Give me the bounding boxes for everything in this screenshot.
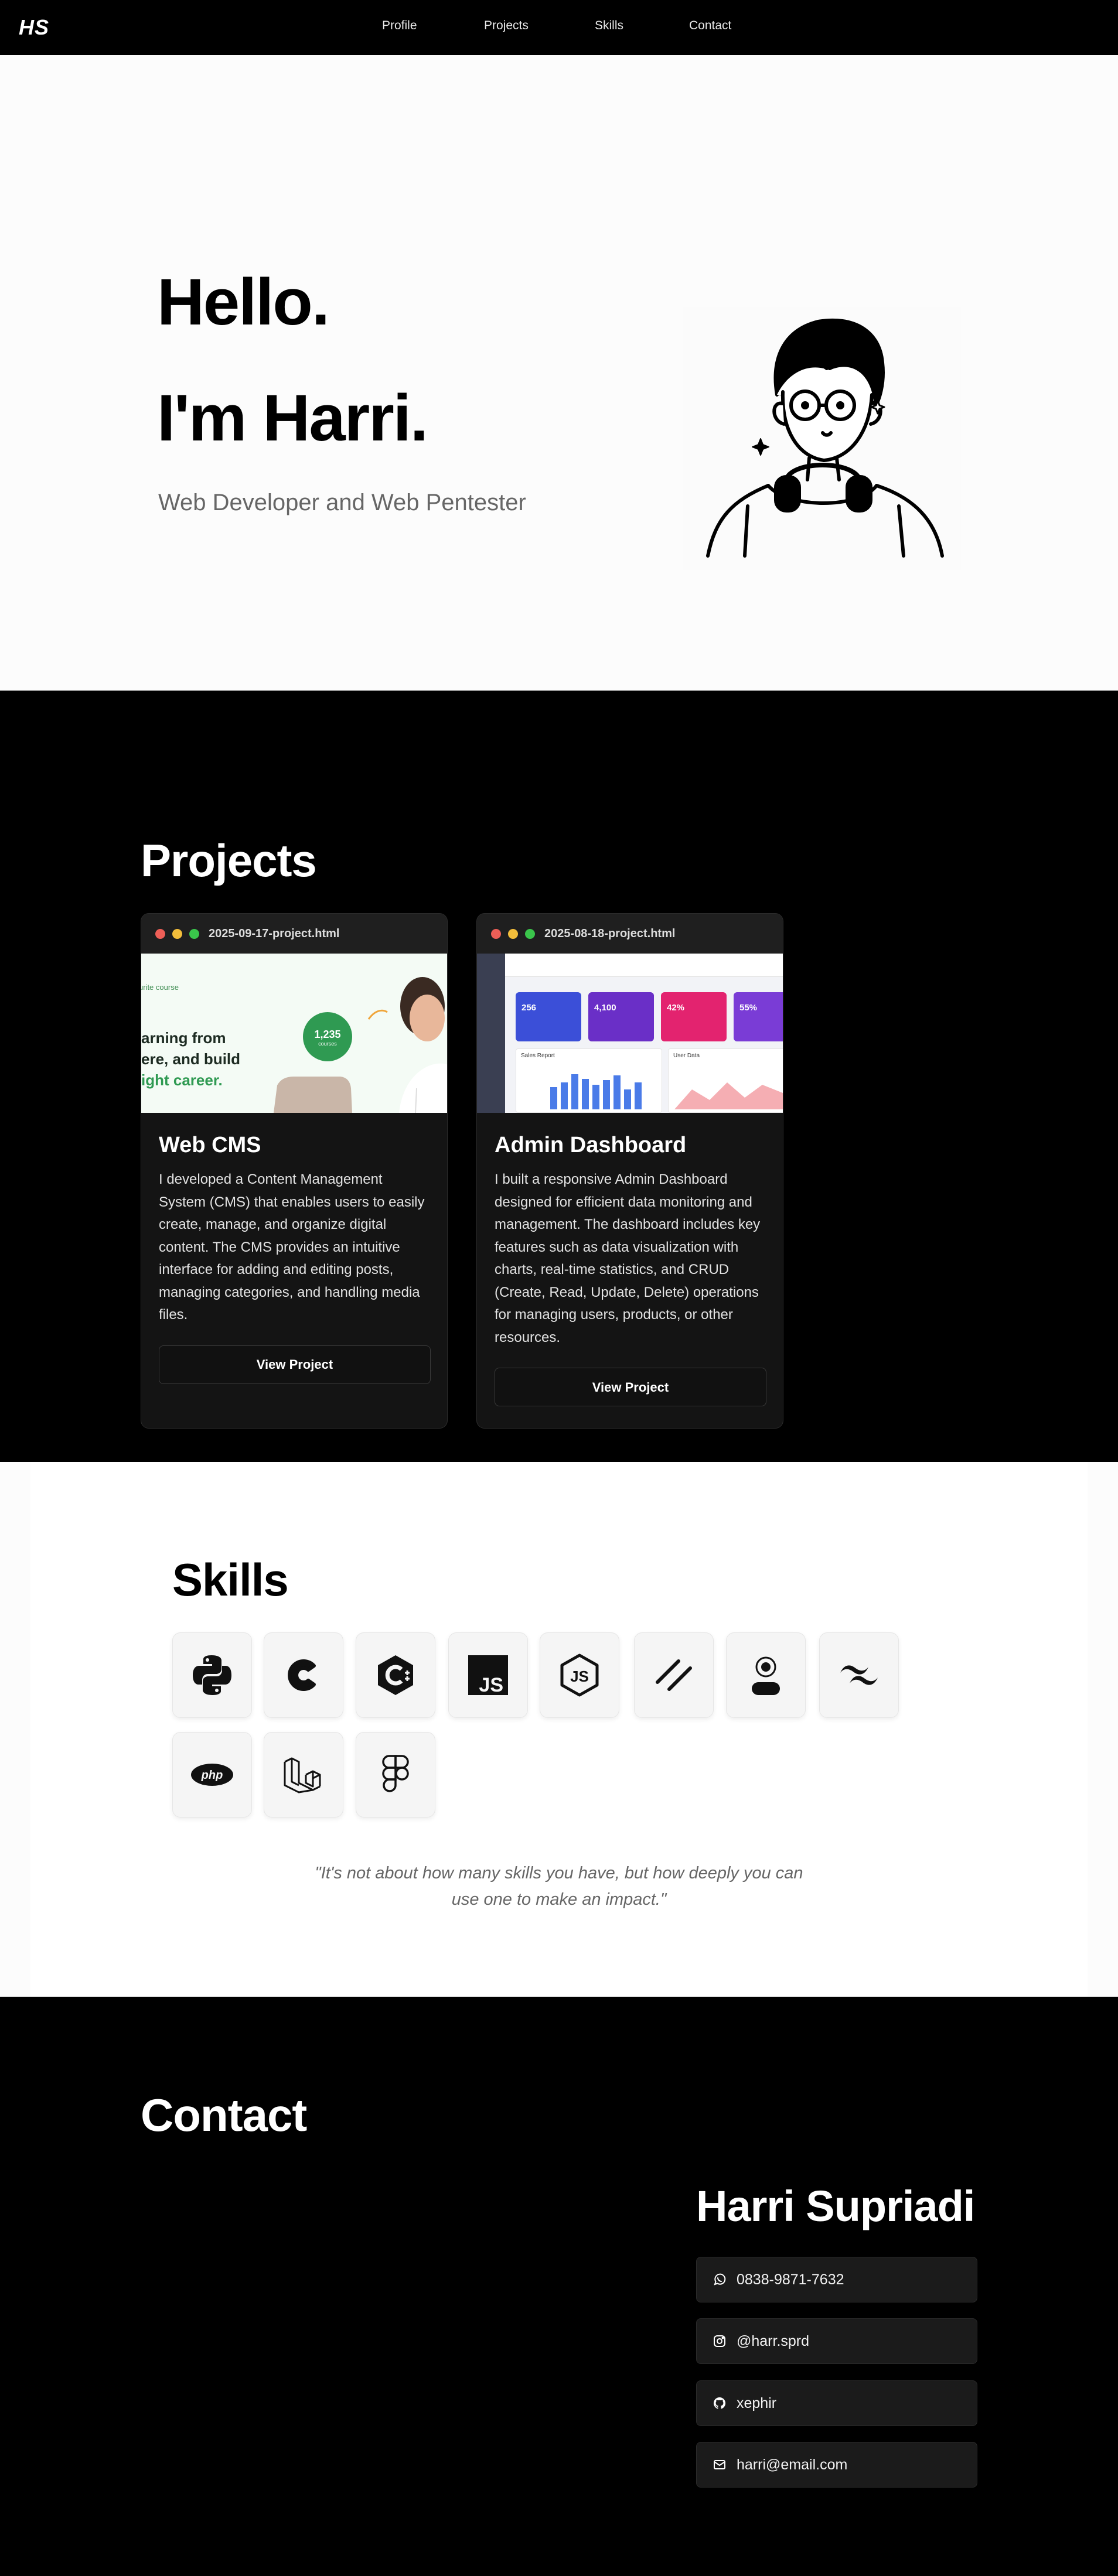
contact-instagram-text: @harr.sprd: [737, 2332, 810, 2349]
project-card-admin-dashboard: 2025-08-18-project.html 256 4,100 42% 55…: [476, 913, 783, 1429]
nav-link-profile[interactable]: Profile: [382, 19, 417, 33]
python-icon: [172, 1632, 252, 1718]
area-chart-icon: [674, 1082, 783, 1109]
contact-github-text: xephir: [737, 2394, 777, 2411]
c-icon: [264, 1632, 343, 1718]
project-preview-image: urite course arning from ere, and build …: [141, 954, 447, 1113]
svg-text:JS: JS: [479, 1674, 503, 1696]
mail-icon: [712, 2457, 727, 2472]
svg-text:php: php: [201, 1769, 223, 1782]
portrait-illustration: [683, 307, 961, 570]
nodejs-icon: JS: [540, 1632, 619, 1718]
skills-section: Skills JS JS php "It's not about how man…: [0, 1462, 1118, 1997]
hero-section: Hello. I'm Harri. Web Developer and Web …: [0, 55, 1118, 691]
preview-sidebar: [477, 954, 505, 1113]
javascript-icon: JS: [448, 1632, 528, 1718]
close-dot-icon: [491, 928, 501, 939]
card-description: I developed a Content Management System …: [159, 1171, 425, 1323]
nav-link-contact[interactable]: Contact: [689, 19, 731, 33]
skills-quote: "It's not about how many skills you have…: [315, 1864, 803, 1909]
card-title: Web CMS: [159, 1133, 261, 1157]
projects-section: Projects 2025-09-17-project.html urite c…: [0, 691, 1118, 1462]
close-dot-icon: [155, 928, 165, 939]
hero-greeting: Hello.: [157, 265, 330, 339]
preview-illustration-icon: [274, 977, 447, 1113]
nav-link-skills[interactable]: Skills: [595, 19, 623, 33]
nav-links: Profile Projects Skills Contact: [0, 0, 1118, 55]
contact-title: Contact: [141, 2089, 307, 2141]
preview-stat-card: 4,100: [588, 992, 654, 1041]
contact-email-text: harri@email.com: [737, 2456, 848, 2473]
laravel-icon: [264, 1732, 343, 1817]
tailwind-icon: [819, 1632, 899, 1718]
card-description: I built a responsive Admin Dashboard des…: [495, 1171, 761, 1345]
contact-email[interactable]: harri@email.com: [696, 2442, 977, 2488]
project-preview-image: 256 4,100 42% 55% Sales Report User Data: [477, 954, 783, 1113]
preview-topbar: [505, 954, 783, 977]
contact-github[interactable]: xephir: [696, 2380, 977, 2426]
preview-stat-card: 42%: [661, 992, 727, 1041]
minimize-dot-icon: [508, 928, 518, 939]
contact-phone[interactable]: 0838-9871-7632: [696, 2257, 977, 2302]
card-filename: 2025-09-17-project.html: [209, 927, 340, 940]
projects-title: Projects: [141, 835, 317, 886]
contact-instagram[interactable]: @harr.sprd: [696, 2318, 977, 2364]
slash-icon: [634, 1632, 714, 1718]
navbar: HS Profile Projects Skills Contact: [0, 0, 1118, 55]
preview-stat-card: 55%: [734, 992, 783, 1041]
hero-subtitle: Web Developer and Web Pentester: [158, 490, 526, 515]
card-filename: 2025-08-18-project.html: [544, 927, 676, 940]
preview-sales-chart: Sales Report: [516, 1048, 662, 1113]
card-window-bar: 2025-08-18-project.html: [477, 914, 783, 954]
minimize-dot-icon: [172, 928, 182, 939]
hero-name: I'm Harri.: [157, 381, 428, 455]
maximize-dot-icon: [189, 928, 199, 939]
preview-stat-card: 256: [516, 992, 581, 1041]
view-project-button[interactable]: View Project: [159, 1345, 431, 1384]
preview-user-chart: User Data: [668, 1048, 783, 1113]
github-icon: [712, 2396, 727, 2411]
php-icon: php: [172, 1732, 252, 1817]
contact-name: Harri Supriadi: [696, 2182, 975, 2230]
view-project-button[interactable]: View Project: [495, 1368, 766, 1406]
cpp-icon: [356, 1632, 435, 1718]
card-window-bar: 2025-09-17-project.html: [141, 914, 447, 954]
skills-title: Skills: [172, 1554, 289, 1605]
card-title: Admin Dashboard: [495, 1133, 687, 1157]
contact-section: Contact Harri Supriadi 0838-9871-7632 @h…: [0, 1997, 1118, 2576]
contact-phone-text: 0838-9871-7632: [737, 2271, 844, 2288]
nav-link-projects[interactable]: Projects: [484, 19, 529, 33]
project-card-web-cms: 2025-09-17-project.html urite course arn…: [141, 913, 448, 1429]
instagram-icon: [712, 2334, 727, 2349]
whatsapp-icon: [712, 2272, 727, 2287]
maximize-dot-icon: [525, 928, 535, 939]
figma-icon: [356, 1732, 435, 1817]
svg-text:JS: JS: [570, 1668, 589, 1685]
bar-chart-icon: [550, 1074, 642, 1109]
user-icon: [726, 1632, 806, 1718]
